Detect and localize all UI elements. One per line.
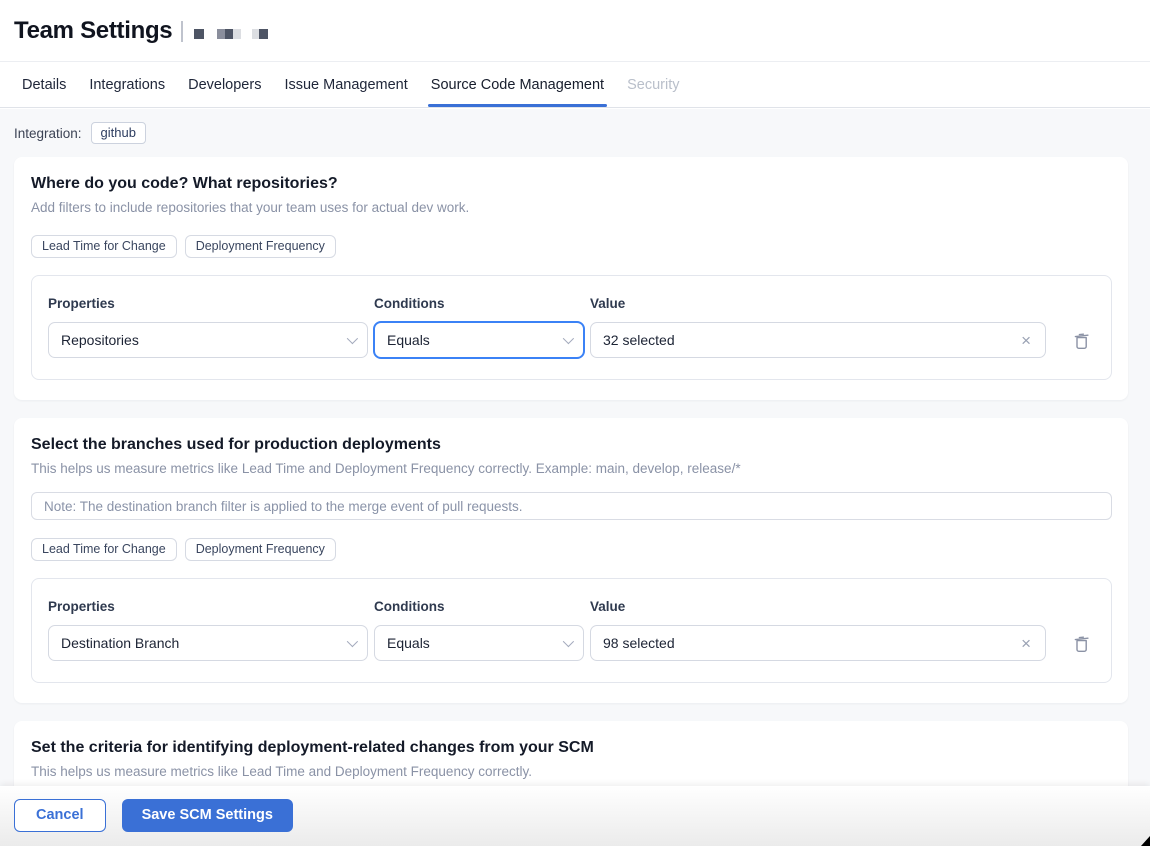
card-title: Set the criteria for identifying deploym… (31, 739, 594, 756)
clear-icon[interactable]: × (1019, 635, 1033, 652)
property-select[interactable]: Destination Branch (48, 625, 368, 661)
property-select-value: Repositories (61, 332, 139, 348)
page-title: Team Settings (14, 16, 173, 44)
condition-select[interactable]: Equals (374, 322, 584, 358)
value-selected-count: 98 selected (603, 635, 675, 651)
filter-fields: Destination Branch Equals 98 selected × (48, 625, 1095, 661)
condition-select-value: Equals (387, 635, 430, 651)
badge-deployment-frequency: Deployment Frequency (184, 235, 336, 258)
integration-chip-github: github (90, 122, 146, 144)
condition-select-value: Equals (387, 332, 430, 348)
properties-label: Properties (48, 599, 115, 614)
tab-integrations[interactable]: Integrations (89, 62, 165, 107)
card-subtitle: This helps us measure metrics like Lead … (31, 461, 741, 476)
cancel-button[interactable]: Cancel (14, 798, 106, 832)
chevron-down-icon (562, 635, 575, 648)
card-repositories: Where do you code? What repositories? Ad… (14, 157, 1128, 400)
badge-lead-time-for-change: Lead Time for Change (31, 538, 177, 561)
badge-lead-time-for-change: Lead Time for Change (31, 235, 177, 258)
value-label: Value (590, 296, 626, 311)
separator-bar (181, 21, 184, 42)
tab-security: Security (627, 76, 680, 93)
metric-badges: Lead Time for Change Deployment Frequenc… (31, 538, 1112, 561)
tab-issue-management[interactable]: Issue Management (284, 62, 407, 107)
filter-column-labels: Properties Conditions Value (48, 296, 1095, 311)
chevron-down-icon (346, 635, 359, 648)
value-multiselect[interactable]: 98 selected × (590, 625, 1046, 661)
clear-icon[interactable]: × (1019, 332, 1033, 349)
card-subtitle: This helps us measure metrics like Lead … (31, 764, 532, 779)
tab-developers[interactable]: Developers (188, 62, 261, 107)
property-select-value: Destination Branch (61, 635, 180, 651)
conditions-label: Conditions (374, 599, 445, 614)
delete-filter-button[interactable] (1067, 322, 1095, 358)
properties-label: Properties (48, 296, 115, 311)
trash-icon (1073, 634, 1090, 653)
card-title: Where do you code? What repositories? (31, 175, 338, 192)
filter-fields: Repositories Equals 32 selected × (48, 322, 1095, 358)
delete-filter-button[interactable] (1067, 625, 1095, 661)
property-select[interactable]: Repositories (48, 322, 368, 358)
redacted-block (252, 28, 269, 39)
trash-icon (1073, 331, 1090, 350)
integration-row: Integration: github (0, 109, 1150, 157)
metric-badges: Lead Time for Change Deployment Frequenc… (31, 235, 1112, 258)
integration-label: Integration: (14, 125, 82, 141)
badge-deployment-frequency: Deployment Frequency (184, 538, 336, 561)
card-subtitle: Add filters to include repositories that… (31, 200, 470, 215)
redacted-text-blocks (181, 21, 269, 42)
page-header: Team Settings (0, 0, 1150, 62)
filter-row-container: Properties Conditions Value Destination … (31, 578, 1112, 683)
value-multiselect[interactable]: 32 selected × (590, 322, 1046, 358)
tab-details[interactable]: Details (22, 62, 66, 107)
footer-action-bar: Cancel Save SCM Settings (0, 786, 1150, 846)
filter-column-labels: Properties Conditions Value (48, 599, 1095, 614)
value-selected-count: 32 selected (603, 332, 675, 348)
conditions-label: Conditions (374, 296, 445, 311)
card-production-branches: Select the branches used for production … (14, 418, 1128, 703)
note-input[interactable] (31, 492, 1112, 520)
condition-select[interactable]: Equals (374, 625, 584, 661)
save-scm-settings-button[interactable]: Save SCM Settings (121, 798, 293, 832)
tab-source-code-management[interactable]: Source Code Management (427, 62, 608, 107)
card-title: Select the branches used for production … (31, 436, 441, 453)
tab-bar: Details Integrations Developers Issue Ma… (0, 62, 1150, 108)
value-label: Value (590, 599, 626, 614)
redacted-block (217, 28, 242, 39)
chevron-down-icon (562, 332, 575, 345)
redacted-block (194, 28, 205, 39)
scm-settings-content: Integration: github Where do you code? W… (0, 109, 1150, 846)
filter-row-container: Properties Conditions Value Repositories… (31, 275, 1112, 380)
chevron-down-icon (346, 332, 359, 345)
